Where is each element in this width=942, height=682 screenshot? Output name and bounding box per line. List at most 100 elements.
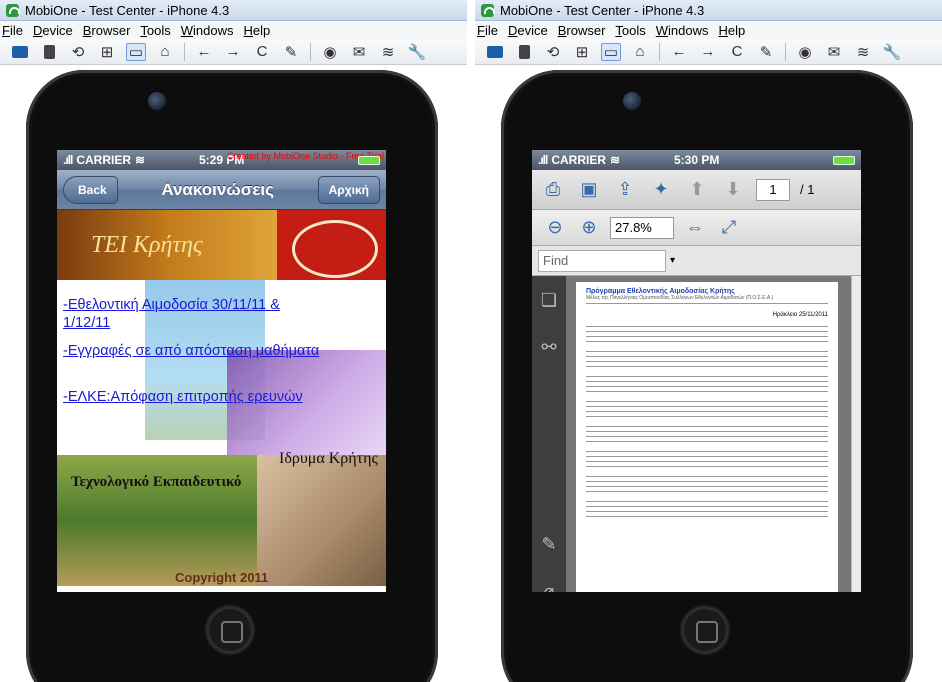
- menu-browser[interactable]: Browser: [558, 23, 606, 38]
- menu-windows[interactable]: Windows: [181, 23, 234, 38]
- mail-icon[interactable]: ✉: [349, 43, 369, 61]
- signal-icon: .ıll: [63, 153, 73, 167]
- copyright-text: Copyright 2011: [175, 570, 269, 585]
- menu-browser[interactable]: Browser: [83, 23, 131, 38]
- home-icon[interactable]: ⌂: [155, 43, 175, 61]
- menu-device[interactable]: Device: [508, 23, 548, 38]
- edit-icon[interactable]: ✎: [756, 43, 776, 61]
- layout-icon[interactable]: ⊞: [97, 43, 117, 61]
- screenshot-icon[interactable]: ◉: [320, 43, 340, 61]
- comments-icon[interactable]: ✎: [541, 534, 556, 555]
- forward-arrow-icon[interactable]: →: [698, 43, 718, 61]
- reload-icon[interactable]: C: [727, 43, 747, 61]
- pdf-paragraph: [586, 349, 828, 369]
- binoculars-icon[interactable]: ⚯: [541, 337, 556, 358]
- menu-device[interactable]: Device: [33, 23, 73, 38]
- zoom-in-icon[interactable]: ⊕: [576, 217, 602, 239]
- pdf-paragraph: [586, 324, 828, 344]
- link-distance-courses[interactable]: -Εγγραφές σε από απόσταση μαθήματα: [63, 342, 323, 360]
- pdf-paragraph: [586, 499, 828, 519]
- phone-screen: .ıll CARRIER ≋ 5:30 PM ⎙ ▣ ⇪ ✦ ⬆ ⬇ 1 / 1: [532, 150, 861, 592]
- content-area: -Εθελοντική Αιμοδοσία 30/11/11 & 1/12/11…: [57, 280, 386, 586]
- screenshot-icon[interactable]: ◉: [795, 43, 815, 61]
- carrier-label: CARRIER: [76, 153, 132, 167]
- link-research-committee[interactable]: -ΕΛΚΕ:Απόφαση επιτροπής ερευνών: [63, 388, 323, 406]
- menu-tools[interactable]: Tools: [140, 23, 170, 38]
- link-blood-donation[interactable]: -Εθελοντική Αιμοδοσία 30/11/11 & 1/12/11: [63, 296, 323, 332]
- menu-windows[interactable]: Windows: [656, 23, 709, 38]
- wifi-icon[interactable]: ≋: [853, 43, 873, 61]
- browser-mode-icon[interactable]: ▭: [126, 42, 146, 61]
- pdf-paragraph: [586, 399, 828, 419]
- wrench-icon[interactable]: 🔧: [882, 43, 902, 61]
- zoom-out-icon[interactable]: ⊖: [542, 217, 568, 239]
- image-caption-technological: Τεχνολογικό Εκπαιδευτικό: [71, 474, 242, 490]
- device-icon[interactable]: [39, 43, 59, 61]
- pdf-sidebar: ❏ ⚯ ✎ ⌀: [532, 276, 566, 592]
- wrench-icon[interactable]: 🔧: [407, 43, 427, 61]
- comment-icon[interactable]: ✦: [648, 179, 674, 201]
- home-icon[interactable]: ⌂: [630, 43, 650, 61]
- mail-icon[interactable]: ✉: [824, 43, 844, 61]
- iphone-frame: .ıll CARRIER ≋ 5:29 PM Created by MobiOn…: [26, 70, 438, 682]
- edit-icon[interactable]: ✎: [281, 43, 301, 61]
- pdf-header-subtitle: Μέλος της Πανελλήνιας Ομοσπονδίας Συλλόγ…: [586, 295, 828, 304]
- page-up-icon[interactable]: ⬆: [684, 179, 710, 201]
- export-icon[interactable]: ⇪: [612, 179, 638, 201]
- signal-icon: .ıll: [538, 153, 548, 167]
- pdf-page: Πρόγραμμα Εθελοντικής Αιμοδοσίας Κρήτης …: [576, 282, 838, 592]
- attachment-icon[interactable]: ⌀: [544, 581, 555, 592]
- forward-arrow-icon[interactable]: →: [223, 43, 243, 61]
- pdf-toolbar: ⎙ ▣ ⇪ ✦ ⬆ ⬇ 1 / 1: [532, 170, 861, 210]
- device-icon[interactable]: [514, 43, 534, 61]
- toolbar: ⟲ ⊞ ▭ ⌂ ← → C ✎ ◉ ✉ ≋ 🔧: [0, 39, 467, 65]
- menu-file[interactable]: File: [2, 23, 23, 38]
- menu-help[interactable]: Help: [719, 23, 746, 38]
- open-folder-icon[interactable]: [10, 43, 30, 61]
- page-down-icon[interactable]: ⬇: [720, 179, 746, 201]
- pdf-scrollbar[interactable]: [851, 276, 861, 592]
- find-input[interactable]: Find: [538, 249, 666, 272]
- reload-icon[interactable]: C: [252, 43, 272, 61]
- home-button-hardware[interactable]: [204, 604, 256, 656]
- home-button-hardware[interactable]: [679, 604, 731, 656]
- menu-tools[interactable]: Tools: [615, 23, 645, 38]
- fit-page-icon[interactable]: ⤢: [716, 217, 742, 239]
- pdf-find-bar: Find ▾: [532, 246, 861, 276]
- back-button[interactable]: Back: [63, 175, 118, 204]
- window-title: MobiOne - Test Center - iPhone 4.3: [25, 2, 230, 18]
- finance-image: [257, 455, 386, 586]
- wifi-app-icon: [481, 3, 495, 17]
- mobione-window-left: MobiOne - Test Center - iPhone 4.3 File …: [0, 0, 467, 682]
- wifi-icon[interactable]: ≋: [378, 43, 398, 61]
- browser-mode-icon[interactable]: ▭: [601, 42, 621, 61]
- banner-title-area: ΤΕΙ Κρήτης: [57, 210, 277, 280]
- battery-icon: [358, 156, 380, 165]
- title-bar: MobiOne - Test Center - iPhone 4.3: [0, 0, 467, 21]
- pdf-zoom-bar: ⊖ ⊕ 27.8% ⇔ ⤢: [532, 210, 861, 246]
- wifi-app-icon: [6, 3, 20, 17]
- rotate-icon[interactable]: ⟲: [68, 43, 88, 61]
- find-dropdown-icon[interactable]: ▾: [670, 255, 675, 266]
- camera-icon: [623, 92, 641, 110]
- menu-help[interactable]: Help: [244, 23, 271, 38]
- window-title: MobiOne - Test Center - iPhone 4.3: [500, 2, 705, 18]
- back-arrow-icon[interactable]: ←: [194, 43, 214, 61]
- layout-icon[interactable]: ⊞: [572, 43, 592, 61]
- nav-bar: Back Ανακοινώσεις Αρχική: [57, 170, 386, 210]
- open-folder-icon[interactable]: [485, 43, 505, 61]
- menu-file[interactable]: File: [477, 23, 498, 38]
- zoom-level-select[interactable]: 27.8%: [610, 216, 674, 239]
- home-button[interactable]: Αρχική: [317, 175, 380, 204]
- rotate-icon[interactable]: ⟲: [543, 43, 563, 61]
- save-icon[interactable]: ▣: [576, 179, 602, 201]
- fit-width-icon[interactable]: ⇔: [682, 217, 708, 239]
- back-arrow-icon[interactable]: ←: [669, 43, 689, 61]
- device-stage: .ıll CARRIER ≋ 5:29 PM Created by MobiOn…: [0, 66, 467, 682]
- status-time: 5:30 PM: [674, 153, 720, 167]
- print-icon[interactable]: ⎙: [540, 179, 566, 201]
- banner-title: ΤΕΙ Κρήτης: [91, 231, 203, 258]
- pages-icon[interactable]: ❏: [541, 290, 557, 311]
- image-caption-institution: Ιδρυμα Κρήτης: [279, 450, 378, 467]
- page-number-input[interactable]: 1: [756, 178, 790, 201]
